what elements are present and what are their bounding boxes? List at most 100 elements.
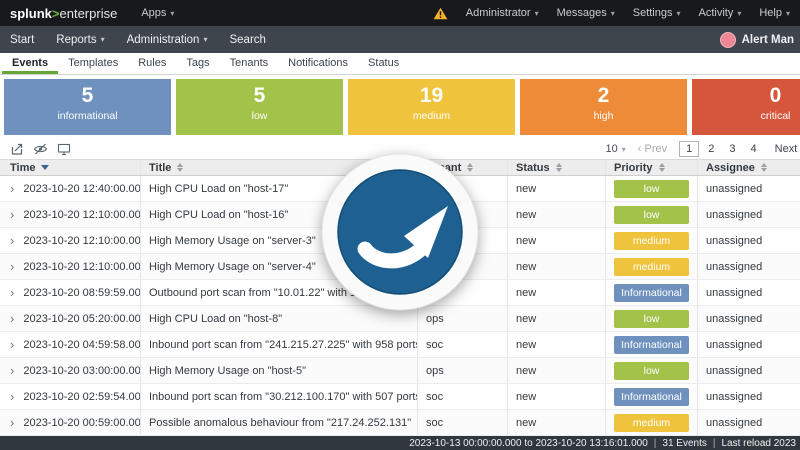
expand-chevron-icon[interactable]: › (10, 260, 14, 273)
card-high[interactable]: 2 high (520, 79, 687, 135)
nav-item-search[interactable]: Search (229, 34, 265, 46)
nav-item-reports-label: Reports (56, 33, 97, 46)
title-cell: High CPU Load on "host-17" (140, 176, 417, 201)
page-button-1[interactable]: 1 (679, 140, 700, 157)
tab-events[interactable]: Events (2, 53, 59, 74)
column-header-tenant[interactable]: Tenant (417, 160, 507, 175)
tab-rules[interactable]: Rules (128, 53, 176, 74)
eye-off-icon[interactable] (33, 142, 48, 156)
expand-chevron-icon[interactable]: › (10, 286, 14, 299)
activity-menu[interactable]: Activity ▾ (699, 7, 742, 19)
chevron-down-icon: ▾ (203, 35, 208, 44)
help-menu[interactable]: Help ▾ (759, 7, 790, 19)
apps-menu-label: Apps (141, 7, 167, 19)
expand-chevron-icon[interactable]: › (10, 234, 14, 247)
expand-chevron-icon[interactable]: › (10, 182, 14, 195)
card-count: 2 (597, 84, 610, 107)
expand-chevron-icon[interactable]: › (10, 312, 14, 325)
title-cell: Possible anomalous behaviour from "217.2… (140, 410, 417, 435)
table-body: › 2023-10-20 12:40:00.000 High CPU Load on… (0, 176, 800, 436)
chevron-down-icon: ▾ (676, 8, 681, 18)
sort-desc-icon (41, 165, 50, 170)
page-button-2[interactable]: 2 (702, 142, 720, 156)
card-count: 5 (81, 84, 94, 107)
nav-item-reports[interactable]: Reports ▾ (56, 34, 104, 46)
table-row[interactable]: › 2023-10-20 12:10:00.000 High CPU Load on… (0, 202, 800, 228)
nav-item-start[interactable]: Start (10, 34, 34, 46)
tenant-cell (417, 254, 507, 279)
brand-gt: > (51, 5, 60, 21)
tab-status[interactable]: Status (358, 53, 409, 74)
events-count-text: 31 Events (662, 437, 707, 449)
table-row[interactable]: › 2023-10-20 05:20:00.000 High CPU Load on… (0, 306, 800, 332)
messages-menu-label: Messages (556, 7, 607, 19)
apps-menu[interactable]: Apps ▾ (141, 7, 174, 19)
column-header-time[interactable]: Time (0, 160, 140, 175)
settings-menu[interactable]: Settings ▾ (633, 7, 681, 19)
column-header-assignee[interactable]: Assignee (697, 160, 800, 175)
expand-chevron-icon[interactable]: › (10, 364, 14, 377)
assignee-cell: unassigned (697, 176, 800, 201)
card-label: medium (412, 110, 451, 122)
priority-cell: low (605, 176, 697, 201)
tenant-cell: soc (417, 280, 507, 305)
column-label: Priority (614, 161, 653, 174)
tab-notifications[interactable]: Notifications (278, 53, 358, 74)
table-row[interactable]: › 2023-10-20 12:10:00.000 High Memory Usag… (0, 228, 800, 254)
tab-templates[interactable]: Templates (58, 53, 128, 74)
tenant-cell: soc (417, 410, 507, 435)
brand-product: enterprise (59, 5, 118, 21)
warning-icon[interactable] (433, 7, 448, 20)
table-row[interactable]: › 2023-10-20 04:59:58.000 Inbound port sca… (0, 332, 800, 358)
status-cell: new (507, 202, 605, 227)
tenant-cell (417, 176, 507, 201)
time-value: 2023-10-20 03:00:00.000 (23, 364, 140, 377)
card-medium[interactable]: 19 medium (348, 79, 515, 135)
prev-page-button[interactable]: ‹ Prev (638, 143, 667, 155)
top-nav-bar: splunk>enterprise Apps ▾ Administrator ▾ M… (0, 0, 800, 26)
page-button-4[interactable]: 4 (745, 142, 763, 156)
column-header-priority[interactable]: Priority (605, 160, 697, 175)
card-informational[interactable]: 5 informational (4, 79, 171, 135)
export-icon[interactable] (10, 142, 24, 156)
table-row[interactable]: › 2023-10-20 12:40:00.000 High CPU Load on… (0, 176, 800, 202)
tab-tags[interactable]: Tags (176, 53, 219, 74)
column-header-status[interactable]: Status (507, 160, 605, 175)
next-page-button[interactable]: Next › (775, 143, 800, 155)
tab-tenants[interactable]: Tenants (220, 53, 279, 74)
activity-menu-label: Activity (698, 7, 734, 19)
help-menu-label: Help (759, 7, 782, 19)
table-row[interactable]: › 2023-10-20 08:59:59.000 Outbound port sc… (0, 280, 800, 306)
expand-chevron-icon[interactable]: › (10, 208, 14, 221)
priority-badge: Informational (614, 387, 689, 406)
column-header-title[interactable]: Title (140, 160, 417, 175)
priority-badge: medium (614, 257, 689, 276)
assignee-cell: unassigned (697, 384, 800, 409)
time-cell: › 2023-10-20 12:10:00.000 (0, 202, 140, 227)
chevron-down-icon: ▾ (534, 8, 539, 18)
nav-item-administration[interactable]: Administration ▾ (127, 34, 208, 46)
time-value: 2023-10-20 02:59:54.000 (23, 390, 140, 403)
page-size-select[interactable]: 10 ▾ (606, 143, 626, 155)
assignee-cell: unassigned (697, 410, 800, 435)
assignee-cell: unassigned (697, 306, 800, 331)
table-row[interactable]: › 2023-10-20 12:10:00.000 High Memory Usag… (0, 254, 800, 280)
administrator-menu[interactable]: Administrator ▾ (466, 7, 539, 19)
expand-chevron-icon[interactable]: › (10, 390, 14, 403)
table-row[interactable]: › 2023-10-20 02:59:54.000 Inbound port sca… (0, 384, 800, 410)
table-row[interactable]: › 2023-10-20 00:59:00.000 Possible anomalo… (0, 410, 800, 436)
display-icon[interactable] (57, 142, 71, 156)
app-title-label: Alert Man (741, 33, 794, 46)
card-label: informational (57, 110, 118, 122)
card-label: low (251, 110, 268, 122)
expand-chevron-icon[interactable]: › (10, 338, 14, 351)
expand-chevron-icon[interactable]: › (10, 416, 14, 429)
time-value: 2023-10-20 05:20:00.000 (23, 312, 140, 325)
card-low[interactable]: 5 low (176, 79, 343, 135)
priority-cell: medium (605, 254, 697, 279)
app-nav-bar: Start Reports ▾ Administration ▾ Search Al… (0, 26, 800, 53)
table-row[interactable]: › 2023-10-20 03:00:00.000 High Memory Usag… (0, 358, 800, 384)
card-critical[interactable]: 0 critical (692, 79, 800, 135)
messages-menu[interactable]: Messages ▾ (557, 7, 615, 19)
page-button-3[interactable]: 3 (723, 142, 741, 156)
